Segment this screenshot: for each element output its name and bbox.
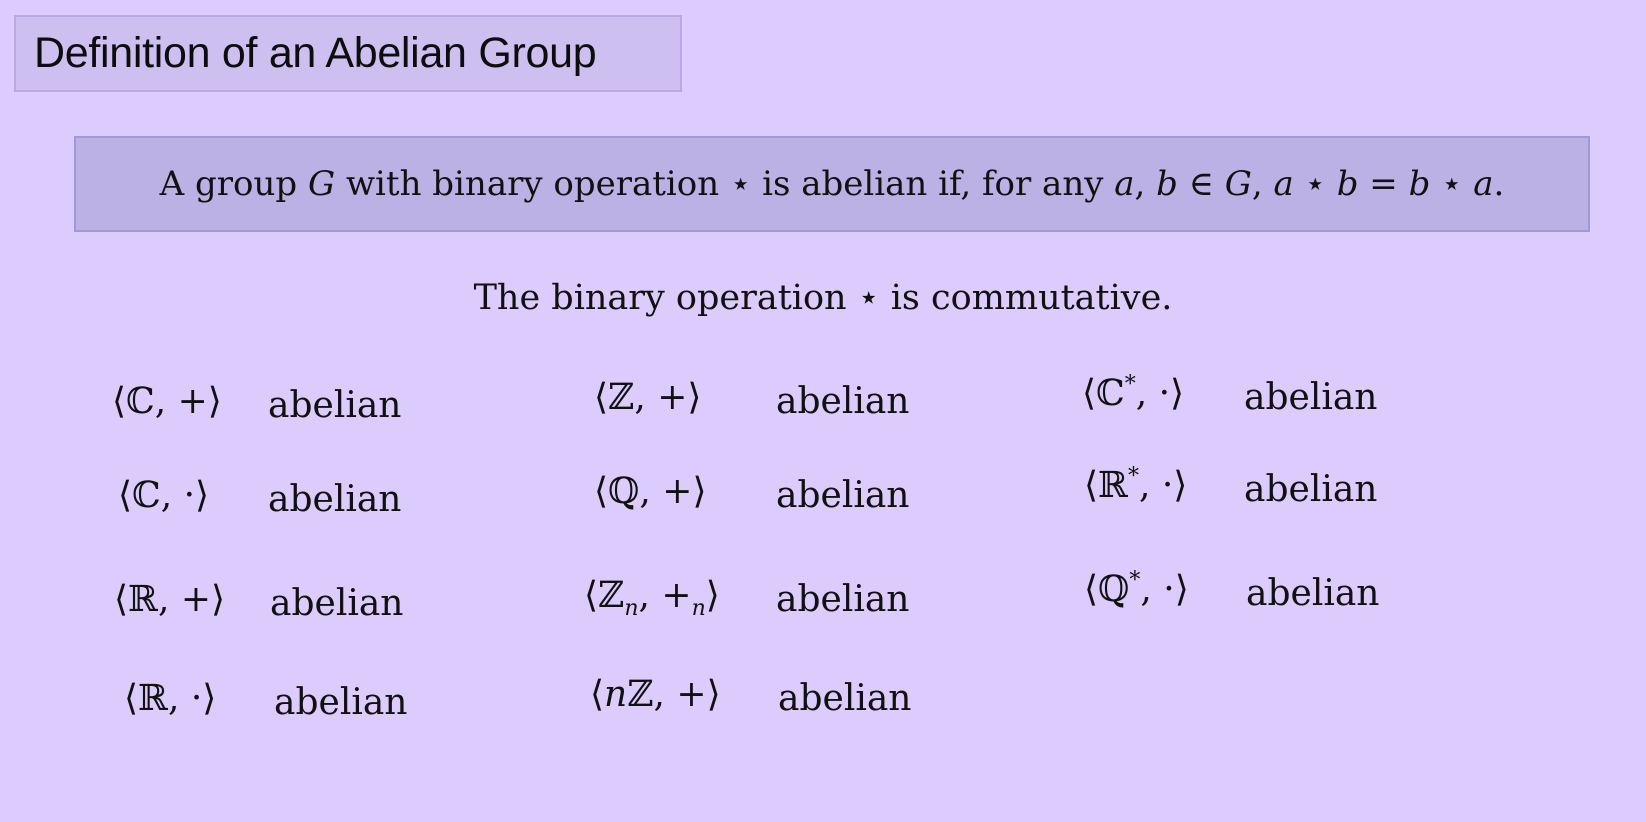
label-q-add: abelian — [776, 475, 910, 516]
group-nz-add: ⟨nℤ, +⟩ — [590, 674, 721, 715]
label-r-mul: abelian — [274, 682, 408, 723]
group-rs-mul: ⟨ℝ*, ·⟩ — [1084, 464, 1188, 506]
group-qs-mul: ⟨ℚ*, ·⟩ — [1084, 568, 1189, 610]
label-qs-mul: abelian — [1246, 573, 1380, 614]
label-rs-mul: abelian — [1244, 469, 1378, 510]
label-r-add: abelian — [270, 583, 404, 624]
group-zn-add: ⟨ℤn, +n⟩ — [584, 575, 720, 621]
definition-text: A group G with binary operation ⋆ is abe… — [159, 164, 1505, 204]
group-z-add: ⟨ℤ, +⟩ — [594, 377, 702, 418]
definition-box: A group G with binary operation ⋆ is abe… — [74, 136, 1590, 232]
label-z-add: abelian — [776, 381, 910, 422]
group-r-add: ⟨ℝ, +⟩ — [114, 579, 226, 620]
commutative-statement: The binary operation ⋆ is commutative. — [473, 278, 1173, 318]
label-c-add: abelian — [268, 385, 402, 426]
slide-title-box: Definition of an Abelian Group — [14, 15, 682, 92]
group-c-mul: ⟨ℂ, ·⟩ — [118, 475, 210, 516]
group-c-add: ⟨ℂ, +⟩ — [112, 381, 222, 422]
group-r-mul: ⟨ℝ, ·⟩ — [124, 678, 217, 719]
label-c-mul: abelian — [268, 479, 402, 520]
label-cs-mul: abelian — [1244, 377, 1378, 418]
group-cs-mul: ⟨ℂ*, ·⟩ — [1082, 372, 1185, 414]
label-nz-add: abelian — [778, 678, 912, 719]
group-q-add: ⟨ℚ, +⟩ — [594, 471, 707, 512]
label-zn-add: abelian — [776, 579, 910, 620]
slide-title: Definition of an Abelian Group — [34, 29, 597, 77]
